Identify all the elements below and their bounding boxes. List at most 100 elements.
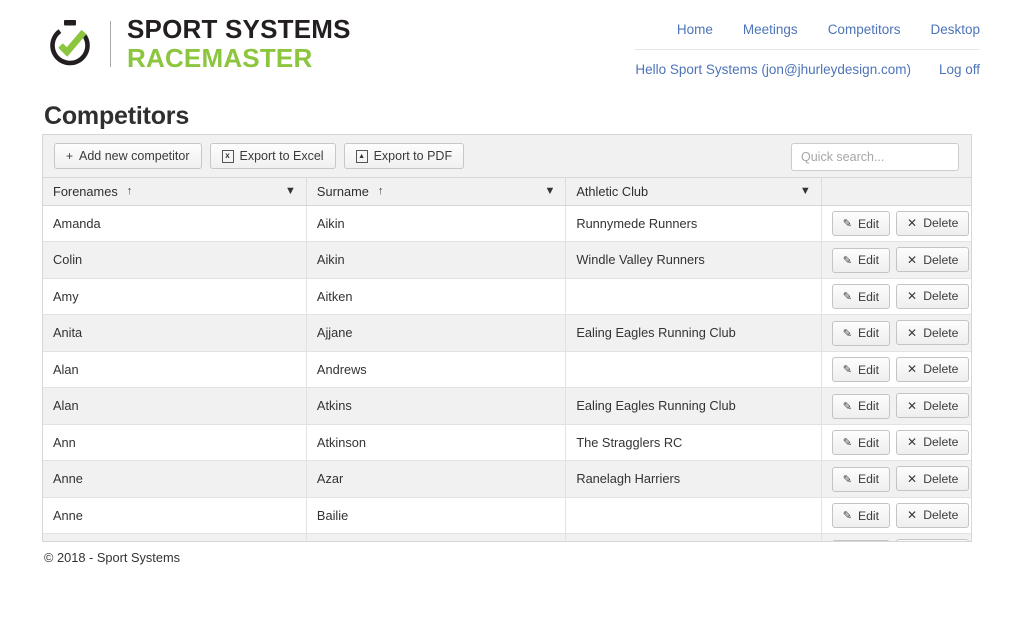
close-icon: ✕: [906, 325, 918, 340]
cell-actions: ✎ Edit ✕ Delete: [821, 460, 971, 498]
edit-button[interactable]: ✎Edit: [831, 211, 890, 236]
competitors-table: Forenames ↑ ▼ Surname ↑ ▼ Athletic Club …: [43, 178, 971, 541]
column-header-surname[interactable]: Surname ↑ ▼: [306, 178, 567, 206]
nav-meetings[interactable]: Meetings: [743, 22, 798, 37]
export-to-excel-label: Export to Excel: [239, 149, 324, 163]
add-new-competitor-button[interactable]: + Add new competitor: [54, 143, 202, 169]
user-greeting-link[interactable]: Hello Sport Systems (jon@jhurleydesign.c…: [635, 62, 911, 77]
column-label-athletic-club: Athletic Club: [576, 183, 649, 199]
edit-button[interactable]: ✎ Edit: [831, 357, 890, 382]
grid-table-viewport[interactable]: Forenames ↑ ▼ Surname ↑ ▼ Athletic Club …: [42, 178, 972, 542]
table-row[interactable]: Anne Bailie ✎ Edit ✕ Delete: [43, 497, 971, 534]
cell-club: [565, 533, 822, 541]
footer-copyright: © 2018 - Sport Systems: [44, 550, 181, 565]
delete-button[interactable]: ✕ Delete: [895, 320, 970, 345]
table-row[interactable]: Colin Aikin Windle Valley Runners ✎ Edit ✕ Del…: [43, 241, 971, 279]
edit-button[interactable]: ✎Edit: [831, 539, 890, 541]
table-row[interactable]: Alan Andrews ✎ Edit ✕ Delete: [43, 351, 971, 388]
delete-button[interactable]: ✕Delete: [895, 356, 970, 382]
pdf-file-icon: ▲: [355, 149, 368, 163]
cell-forename: Anita: [43, 314, 307, 352]
edit-label: Edit: [857, 508, 879, 523]
filter-icon-athletic-club[interactable]: ▼: [800, 185, 811, 197]
column-header-athletic-club[interactable]: Athletic Club ▼: [565, 178, 822, 206]
delete-label: Delete: [923, 216, 959, 230]
pencil-icon: ✎: [842, 437, 852, 449]
edit-label: Edit: [857, 362, 879, 377]
delete-button[interactable]: ✕Delete: [895, 466, 970, 491]
brand-logo[interactable]: SPORT SYSTEMS RACEMASTER: [44, 16, 351, 71]
table-row[interactable]: Amy Aitken ✎ Edit ✕ Delete: [43, 278, 971, 315]
table-body: Amanda Aikin Runnymede Runners ✎ Edit ✕ Delete…: [43, 205, 971, 541]
column-label-surname: Surname: [316, 183, 369, 199]
table-row[interactable]: Alan Atkins Ealing Eagles Running Club ✎ Edi…: [43, 387, 971, 425]
header-navigation: Home Meetings Competitors Desktop Hello …: [635, 22, 980, 77]
cell-actions: ✎ Edit ✕ Delete: [821, 497, 971, 534]
delete-label: Delete: [923, 289, 959, 303]
column-header-forenames[interactable]: Forenames ↑ ▼: [43, 178, 307, 206]
close-icon: ✕: [906, 471, 918, 486]
page-title: Competitors: [44, 102, 190, 130]
edit-button[interactable]: ✎Edit: [831, 466, 890, 492]
delete-button[interactable]: ✕Delete: [895, 393, 970, 418]
cell-club: Runnymede Runners: [565, 205, 822, 242]
delete-button[interactable]: ✕Delete: [895, 539, 970, 541]
delete-button[interactable]: ✕Delete: [895, 210, 970, 236]
edit-button[interactable]: ✎ Edit: [831, 284, 890, 309]
quick-search-input[interactable]: [791, 143, 959, 171]
edit-button[interactable]: ✎ Edit: [831, 247, 890, 273]
delete-button[interactable]: ✕Delete: [895, 502, 970, 528]
delete-button[interactable]: ✕Delete: [895, 429, 970, 455]
filter-icon-surname[interactable]: ▼: [544, 185, 555, 197]
brand-wordmark: SPORT SYSTEMS RACEMASTER: [127, 16, 351, 71]
edit-label: Edit: [857, 289, 879, 304]
table-header-row: Forenames ↑ ▼ Surname ↑ ▼ Athletic Club …: [43, 178, 971, 206]
pencil-icon: ✎: [842, 254, 852, 267]
close-icon: ✕: [906, 435, 918, 449]
pencil-icon: ✎: [842, 364, 852, 376]
filter-icon-forenames[interactable]: ▼: [285, 185, 296, 197]
column-header-actions: [821, 178, 971, 206]
delete-label: Delete: [923, 508, 959, 522]
cell-surname: Ajjane: [306, 314, 567, 352]
table-row[interactable]: Ann Atkinson The Stragglers RC ✎ Edit ✕ Delete: [43, 424, 971, 461]
cell-club: [565, 497, 822, 534]
delete-label: Delete: [923, 325, 959, 340]
table-row[interactable]: Anne Azar Ranelagh Harriers ✎ Edit ✕ Delete: [43, 460, 971, 498]
edit-label: Edit: [857, 253, 879, 267]
edit-label: Edit: [857, 435, 879, 450]
close-icon: ✕: [906, 289, 918, 303]
pencil-icon: ✎: [842, 291, 852, 303]
close-icon: ✕: [906, 362, 918, 376]
cell-forename: Ann: [43, 424, 307, 461]
cell-forename: Anne: [43, 497, 307, 534]
delete-button[interactable]: ✕ Delete: [895, 283, 970, 309]
cell-forename: Colin: [43, 241, 307, 279]
nav-home[interactable]: Home: [677, 22, 713, 37]
edit-button[interactable]: ✎ Edit: [831, 430, 890, 455]
plus-icon: +: [66, 149, 74, 163]
edit-button[interactable]: ✎Edit: [831, 320, 890, 346]
nav-competitors[interactable]: Competitors: [828, 22, 901, 37]
grid-toolbar: + Add new competitor x Export to Excel ▲…: [42, 134, 972, 178]
edit-button[interactable]: ✎Edit: [831, 503, 890, 528]
delete-button[interactable]: ✕Delete: [895, 247, 970, 272]
table-row[interactable]: Anita Ajjane Ealing Eagles Running Club ✎ Ed…: [43, 314, 971, 352]
excel-file-icon: x: [221, 149, 234, 163]
cell-surname: Aitken: [306, 278, 567, 315]
export-to-excel-button[interactable]: x Export to Excel: [209, 143, 336, 169]
primary-nav: Home Meetings Competitors Desktop: [635, 22, 980, 50]
cell-surname: Atkinson: [306, 424, 567, 461]
table-row[interactable]: Amanda Aikin Runnymede Runners ✎ Edit ✕ Delete: [43, 205, 971, 242]
table-row[interactable]: ✎Edit ✕Delete: [43, 533, 971, 541]
cell-actions: ✎ Edit ✕ Delete: [821, 241, 971, 279]
pencil-icon: ✎: [842, 218, 852, 230]
sort-ascending-icon: ↑: [126, 185, 133, 198]
export-to-pdf-button[interactable]: ▲ Export to PDF: [343, 143, 465, 169]
sort-ascending-icon: ↑: [377, 185, 384, 198]
cell-surname: Andrews: [306, 351, 567, 388]
edit-button[interactable]: ✎Edit: [831, 393, 890, 419]
logoff-link[interactable]: Log off: [939, 62, 980, 77]
nav-desktop[interactable]: Desktop: [930, 22, 980, 37]
cell-club: [565, 278, 822, 315]
